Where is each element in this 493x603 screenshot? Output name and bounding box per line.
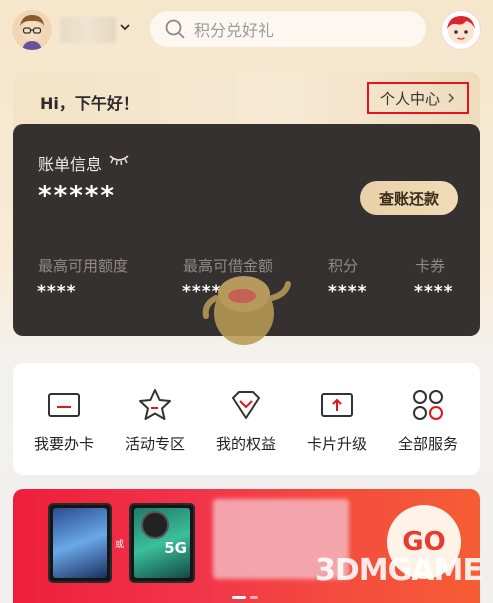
bill-amount-masked: ***** (38, 181, 116, 211)
user-avatar[interactable] (12, 10, 52, 50)
service-label: 活动专区 (124, 435, 185, 453)
carousel-indicator (232, 584, 262, 603)
points-value[interactable]: **** (328, 282, 368, 302)
grid-icon (413, 390, 443, 420)
coupons-value[interactable]: **** (414, 282, 454, 302)
carousel-dot (250, 596, 258, 599)
check-repay-button[interactable]: 查账还款 (360, 181, 458, 215)
phone-image: 5G (129, 503, 195, 583)
diamond-icon (232, 391, 260, 419)
service-card-upgrade[interactable]: 卡片升级 (292, 386, 382, 454)
service-all[interactable]: 全部服务 (383, 386, 473, 454)
star-icon (139, 389, 171, 420)
coupons-label: 卡券 (415, 257, 446, 275)
service-benefits[interactable]: 我的权益 (201, 386, 291, 454)
account-name-blurred (60, 17, 116, 43)
service-label: 我要办卡 (33, 435, 94, 453)
search-bar[interactable]: 积分兑好礼 (150, 11, 426, 47)
max-credit-value[interactable]: **** (37, 282, 77, 302)
personal-center-label: 个人中心 (379, 89, 440, 108)
personal-center-link[interactable]: 个人中心 (367, 82, 469, 114)
phone-image (48, 503, 112, 583)
chevron-down-icon[interactable] (118, 20, 132, 34)
service-label: 卡片升级 (306, 435, 367, 453)
service-label: 全部服务 (397, 435, 458, 453)
5g-badge: 5G (164, 539, 187, 557)
search-icon (165, 19, 185, 39)
or-text: 或 (115, 540, 125, 550)
service-activities[interactable]: 活动专区 (110, 386, 200, 454)
watermark-text: 3DMGAME (315, 553, 483, 588)
service-label: 我的权益 (215, 435, 276, 453)
greeting-text: Hi，下午好！ (40, 94, 139, 113)
search-placeholder: 积分兑好礼 (194, 21, 275, 40)
service-apply-card[interactable]: 我要办卡 (19, 386, 109, 454)
mascot-avatar[interactable] (441, 10, 481, 50)
watermark-mascot-icon (202, 276, 291, 345)
eye-closed-icon[interactable] (108, 152, 130, 166)
points-label: 积分 (328, 257, 359, 275)
carousel-dot-active (232, 596, 246, 599)
card-upgrade-icon (321, 393, 353, 417)
bill-title: 账单信息 (38, 155, 103, 174)
max-credit-label: 最高可用额度 (38, 257, 129, 275)
chevron-right-icon (448, 93, 455, 103)
card-icon (48, 393, 80, 417)
